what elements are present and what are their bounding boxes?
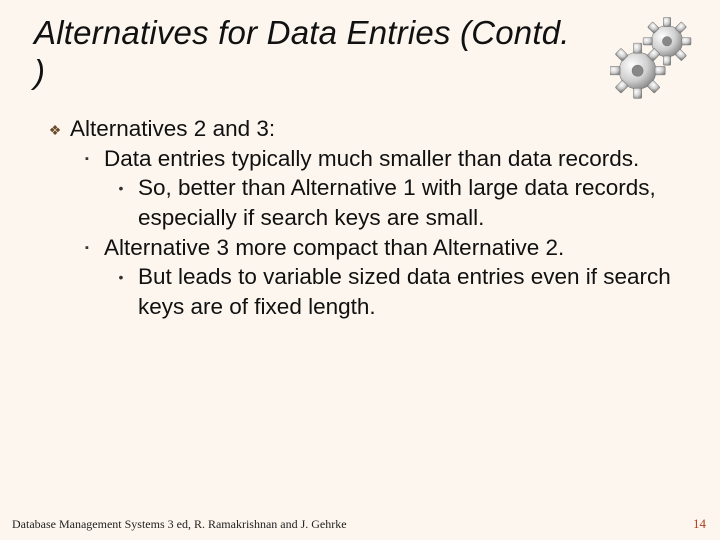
dot-bullet-icon: •	[104, 262, 138, 286]
gears-icon	[610, 10, 702, 102]
list-item: ❖ Alternatives 2 and 3:	[40, 114, 692, 144]
slide-body: ❖ Alternatives 2 and 3: ▪ Data entries t…	[34, 114, 692, 322]
list-text: Alternatives 2 and 3:	[70, 114, 692, 144]
list-text: So, better than Alternative 1 with large…	[138, 173, 692, 232]
page-number: 14	[693, 516, 706, 532]
slide: Alternatives for Data Entries (Contd. ) …	[0, 0, 720, 540]
list-text: Data entries typically much smaller than…	[104, 144, 692, 174]
list-item: • But leads to variable sized data entri…	[104, 262, 692, 321]
list-item: ▪ Alternative 3 more compact than Altern…	[70, 233, 692, 263]
list-item: • So, better than Alternative 1 with lar…	[104, 173, 692, 232]
list-item: ▪ Data entries typically much smaller th…	[70, 144, 692, 174]
list-text: Alternative 3 more compact than Alternat…	[104, 233, 692, 263]
slide-title: Alternatives for Data Entries (Contd. )	[34, 14, 574, 92]
list-text: But leads to variable sized data entries…	[138, 262, 692, 321]
dot-bullet-icon: •	[104, 173, 138, 197]
footer-text: Database Management Systems 3 ed, R. Ram…	[12, 517, 347, 532]
square-bullet-icon: ▪	[70, 144, 104, 167]
square-bullet-icon: ▪	[70, 233, 104, 256]
diamond-bullet-icon: ❖	[40, 114, 70, 139]
